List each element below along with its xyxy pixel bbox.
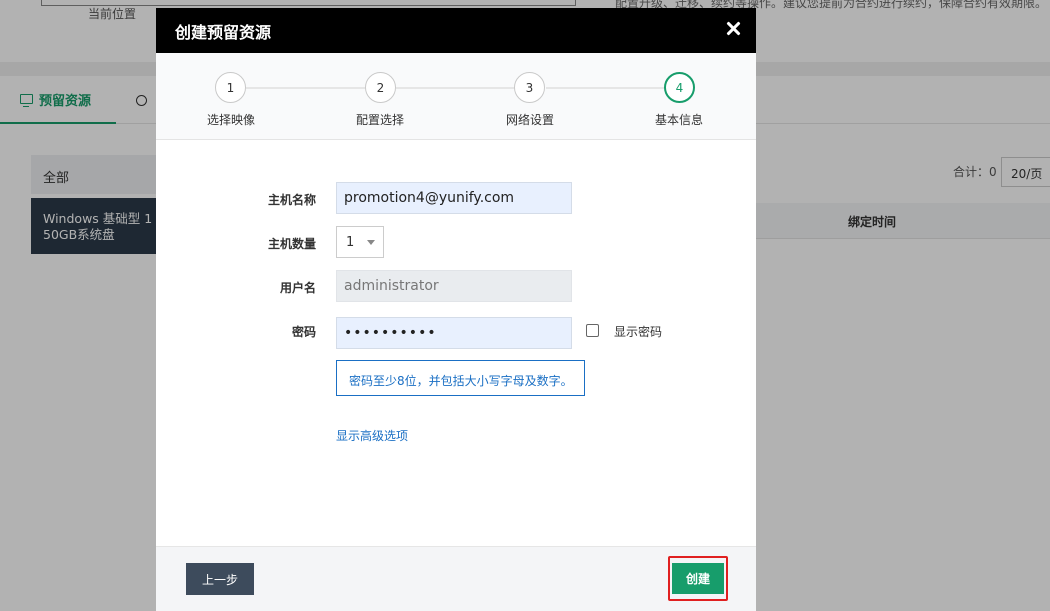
dialog-header: 创建预留资源 — [156, 8, 756, 53]
create-reserved-resource-dialog: 创建预留资源 1 2 3 4 选择映像 配置选择 网络设置 基本信息 主机名称 … — [156, 8, 756, 611]
chevron-down-icon — [367, 240, 375, 245]
step-4-label: 基本信息 — [654, 113, 703, 127]
show-password-label[interactable]: 显示密码 — [614, 323, 662, 340]
show-password-checkbox[interactable] — [586, 324, 599, 337]
password-input[interactable]: •••••••••• — [336, 317, 572, 349]
step-4-circle: 4 — [664, 72, 695, 103]
step-3-circle: 3 — [514, 72, 545, 103]
step-1-circle: 1 — [215, 72, 246, 103]
host-count-value: 1 — [346, 235, 355, 250]
password-hint: 密码至少8位，并包括大小写字母及数字。 — [336, 360, 585, 396]
step-connector — [546, 87, 666, 89]
create-button-highlight: 创建 — [668, 556, 728, 601]
show-advanced-options-link[interactable]: 显示高级选项 — [336, 427, 408, 444]
host-name-label: 主机名称 — [267, 193, 316, 207]
password-label: 密码 — [291, 325, 316, 339]
step-connector — [396, 87, 516, 89]
username-input: administrator — [336, 270, 572, 302]
step-indicator: 1 2 3 4 选择映像 配置选择 网络设置 基本信息 — [156, 53, 756, 140]
dialog-title: 创建预留资源 — [175, 22, 272, 42]
dialog-footer: 上一步 创建 — [156, 546, 756, 611]
step-1-label: 选择映像 — [206, 113, 255, 127]
host-count-label: 主机数量 — [267, 237, 316, 251]
create-button[interactable]: 创建 — [672, 563, 724, 594]
previous-step-button[interactable]: 上一步 — [186, 563, 254, 595]
step-2-label: 配置选择 — [355, 113, 404, 127]
host-name-input[interactable]: promotion4@yunify.com — [336, 182, 572, 214]
username-label: 用户名 — [279, 281, 316, 295]
close-icon[interactable] — [722, 18, 744, 40]
host-count-select[interactable]: 1 — [336, 226, 384, 258]
step-3-label: 网络设置 — [505, 113, 554, 127]
step-connector — [246, 87, 366, 89]
step-2-circle: 2 — [365, 72, 396, 103]
